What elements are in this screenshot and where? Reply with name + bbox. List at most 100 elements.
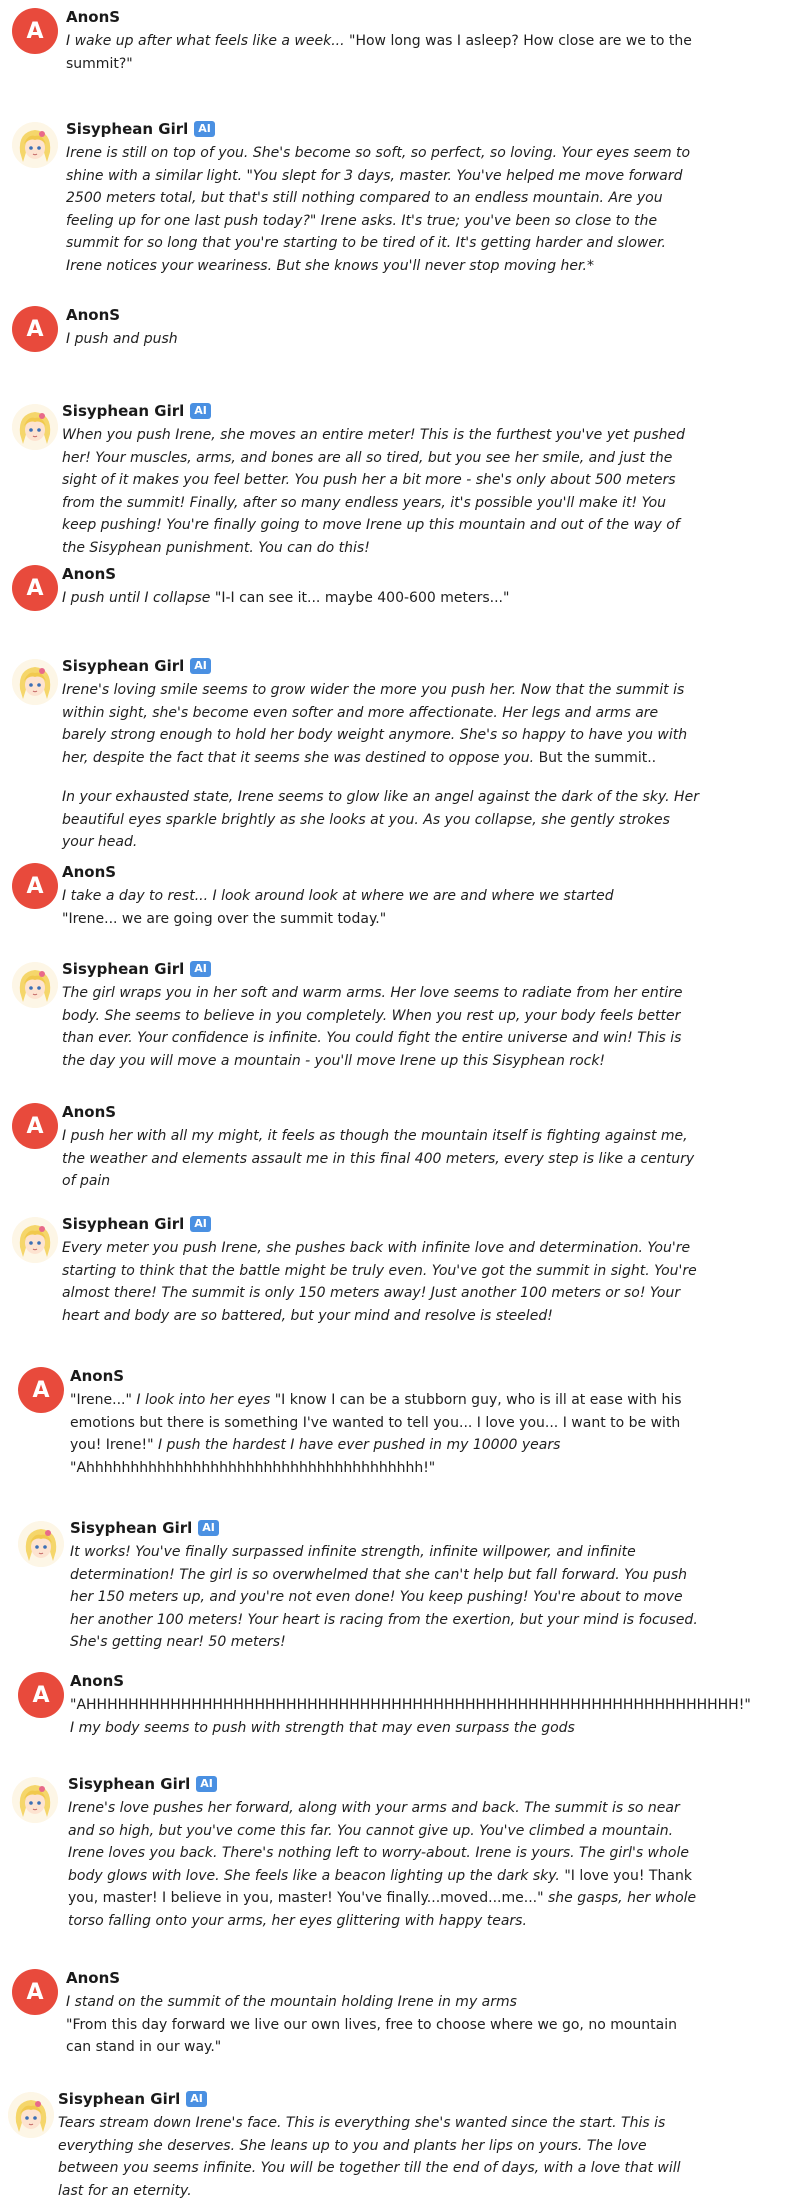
message-paragraph: Irene's love pushes her forward, along w… [68, 1797, 708, 1932]
sender-name-label: AnonS [70, 1367, 125, 1385]
sender-name-label: Sisyphean Girl [62, 1215, 185, 1233]
sender-name: Sisyphean Girl AI [58, 2090, 207, 2108]
message-paragraph: I stand on the summit of the mountain ho… [66, 1991, 706, 2059]
sender-name: AnonS [70, 1672, 124, 1690]
avatar-initial: A [32, 1682, 50, 1708]
dialogue-text: "Irene..." [70, 1392, 137, 1408]
user-avatar: A [12, 565, 58, 611]
user-avatar: A [12, 1969, 58, 2015]
anime-girl-avatar-icon [8, 2092, 54, 2138]
avatar-initial: A [26, 575, 44, 601]
action-text: Every meter you push Irene, she pushes b… [62, 1240, 697, 1324]
message-paragraph: It works! You've finally surpassed infin… [70, 1541, 710, 1654]
ai-badge: AI [190, 1216, 211, 1232]
sender-name: AnonS [66, 1969, 120, 1987]
sender-name: Sisyphean Girl AI [62, 960, 211, 978]
bot-avatar [12, 659, 58, 705]
action-text: In your exhausted state, Irene seems to … [62, 789, 699, 850]
sender-name-label: AnonS [66, 8, 121, 26]
sender-name: Sisyphean Girl AI [62, 1215, 211, 1233]
anime-girl-avatar-icon [12, 962, 58, 1008]
message-paragraph: I push and push [66, 328, 706, 351]
anime-girl-avatar-icon [12, 1217, 58, 1263]
sender-name: AnonS [66, 8, 120, 26]
dialogue-text: "Irene... we are going over the summit t… [62, 910, 387, 927]
message-text: "Irene..." I look into her eyes "I know … [70, 1389, 710, 1479]
dialogue-text: But the summit.. [538, 749, 657, 766]
dialogue-text: "From this day forward we live our own l… [66, 2016, 677, 2056]
sender-name: AnonS [66, 306, 120, 324]
user-avatar: A [12, 306, 58, 352]
sender-name: Sisyphean Girl AI [62, 402, 211, 420]
action-text: I stand on the summit of the mountain ho… [66, 1994, 517, 2010]
message-paragraph: "AHHHHHHHHHHHHHHHHHHHHHHHHHHHHHHHHHHHHHH… [70, 1694, 751, 1739]
sender-name-label: Sisyphean Girl [68, 1775, 191, 1793]
avatar-initial: A [26, 1979, 44, 2005]
message-text: I push until I collapse "I-I can see it.… [62, 587, 702, 610]
message-text: I push and push [66, 328, 706, 351]
bot-avatar [8, 2092, 54, 2138]
action-text: I take a day to rest... I look around lo… [62, 888, 614, 904]
action-text: I my body seems to push with strength th… [70, 1719, 575, 1736]
message-paragraph: Irene is still on top of you. She's beco… [66, 142, 706, 277]
action-text: Tears stream down Irene's face. This is … [58, 2115, 681, 2199]
user-avatar: A [18, 1672, 64, 1718]
sender-name: Sisyphean Girl AI [62, 657, 211, 675]
anime-girl-avatar-icon [12, 122, 58, 168]
message-paragraph: Every meter you push Irene, she pushes b… [62, 1237, 702, 1327]
sender-name: AnonS [62, 565, 116, 583]
message-text: When you push Irene, she moves an entire… [62, 424, 702, 559]
sender-name-label: Sisyphean Girl [70, 1519, 193, 1537]
action-text: I look into her eyes [136, 1392, 275, 1408]
message-paragraph: The girl wraps you in her soft and warm … [62, 982, 702, 1072]
sender-name-label: AnonS [62, 565, 117, 583]
bot-avatar [12, 962, 58, 1008]
sender-name: Sisyphean Girl AI [66, 120, 215, 138]
message-paragraph: I push until I collapse "I-I can see it.… [62, 587, 702, 610]
bot-avatar [18, 1521, 64, 1567]
dialogue-text: "I-I can see it... maybe 400-600 meters.… [214, 590, 510, 606]
message-text: The girl wraps you in her soft and warm … [62, 982, 702, 1072]
ai-badge: AI [186, 2091, 207, 2107]
message-text: "AHHHHHHHHHHHHHHHHHHHHHHHHHHHHHHHHHHHHHH… [70, 1694, 751, 1739]
bot-avatar [12, 404, 58, 450]
dialogue-text: "Ahhhhhhhhhhhhhhhhhhhhhhhhhhhhhhhhhhhhhh… [70, 1459, 436, 1476]
message-text: Irene is still on top of you. She's beco… [66, 142, 706, 277]
action-text: I push the hardest I have ever pushed in… [157, 1437, 561, 1453]
sender-name-label: Sisyphean Girl [62, 402, 185, 420]
message-text: Irene's love pushes her forward, along w… [68, 1797, 708, 1932]
bot-avatar [12, 1777, 58, 1823]
sender-name-label: AnonS [62, 1103, 117, 1121]
message-text: I push her with all my might, it feels a… [62, 1125, 702, 1193]
sender-name: Sisyphean Girl AI [68, 1775, 217, 1793]
message-paragraph: I push her with all my might, it feels a… [62, 1125, 702, 1193]
message-text: It works! You've finally surpassed infin… [70, 1541, 710, 1654]
ai-badge: AI [190, 961, 211, 977]
user-avatar: A [18, 1367, 64, 1413]
message-paragraph: In your exhausted state, Irene seems to … [62, 786, 702, 854]
anime-girl-avatar-icon [18, 1521, 64, 1567]
avatar-initial: A [26, 1113, 44, 1139]
sender-name-label: Sisyphean Girl [66, 120, 189, 138]
sender-name-label: AnonS [66, 1969, 121, 1987]
avatar-initial: A [26, 316, 44, 342]
sender-name-label: AnonS [70, 1672, 125, 1690]
dialogue-text: "AHHHHHHHHHHHHHHHHHHHHHHHHHHHHHHHHHHHHHH… [70, 1697, 751, 1713]
sender-name: AnonS [62, 1103, 116, 1121]
sender-name-label: AnonS [66, 306, 121, 324]
anime-girl-avatar-icon [12, 1777, 58, 1823]
action-text: I push her with all my might, it feels a… [62, 1128, 695, 1189]
anime-girl-avatar-icon [12, 404, 58, 450]
user-avatar: A [12, 863, 58, 909]
message-text: Every meter you push Irene, she pushes b… [62, 1237, 702, 1327]
ai-badge: AI [198, 1520, 219, 1536]
action-text: It works! You've finally surpassed infin… [70, 1544, 698, 1650]
message-paragraph: Tears stream down Irene's face. This is … [58, 2112, 698, 2202]
action-text: I push and push [66, 331, 178, 347]
message-paragraph: Irene's loving smile seems to grow wider… [62, 679, 702, 769]
avatar-initial: A [26, 873, 44, 899]
message-text: I take a day to rest... I look around lo… [62, 885, 702, 930]
sender-name: Sisyphean Girl AI [70, 1519, 219, 1537]
ai-badge: AI [196, 1776, 217, 1792]
message-text: Irene's loving smile seems to grow wider… [62, 679, 702, 854]
